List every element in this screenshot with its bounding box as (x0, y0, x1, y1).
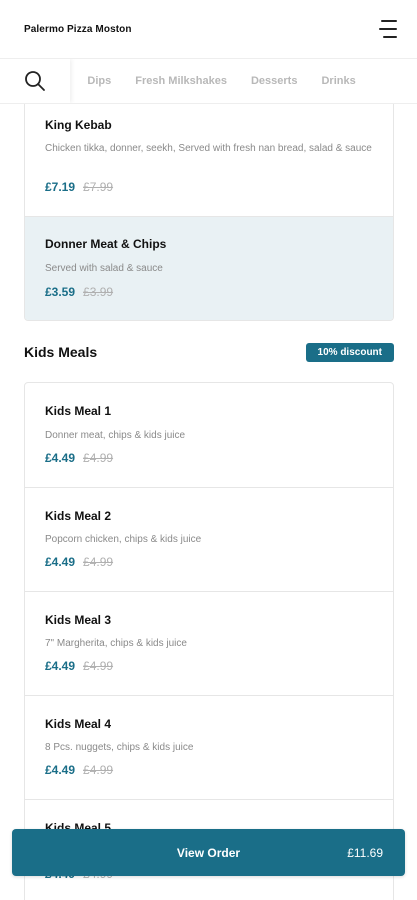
item-name: Kids Meal 4 (45, 717, 112, 731)
item-old-price: £4.99 (83, 555, 114, 569)
category-tabs: eals Dips Fresh Milkshakes Desserts Drin… (42, 59, 356, 103)
item-prices: £4.49 £4.99 (45, 763, 113, 777)
item-price: £4.49 (45, 555, 76, 569)
item-old-price: £7.99 (83, 180, 114, 194)
item-old-price: £3.99 (83, 285, 114, 299)
item-old-price: £4.99 (83, 659, 114, 673)
view-order-label: View Order (176, 845, 241, 860)
restaurant-name[interactable]: Palermo Pizza Moston (24, 24, 132, 35)
menu-section-card: King Kebab Chicken tikka, donner, seekh,… (24, 86, 394, 321)
item-description: Popcorn chicken, chips & kids juice (45, 534, 202, 545)
item-price: £4.49 (45, 451, 76, 465)
order-total: £11.69 (347, 845, 383, 860)
item-old-price: £4.99 (83, 451, 114, 465)
item-price: £7.19 (45, 180, 76, 194)
item-description: 8 Pcs. nuggets, chips & kids juice (45, 742, 194, 753)
menu-item[interactable]: Donner Meat & Chips Served with salad & … (25, 217, 393, 320)
item-name: Kids Meal 1 (45, 404, 112, 418)
item-price: £3.59 (45, 285, 76, 299)
item-prices: £4.49 £4.99 (45, 451, 113, 465)
view-order-button[interactable]: View Order £11.69 (12, 829, 405, 876)
item-prices: £4.49 £4.99 (45, 555, 113, 569)
section-header: Kids Meals 10% discount (24, 341, 394, 363)
item-name: Kids Meal 2 (45, 509, 112, 523)
item-description: Donner meat, chips & kids juice (45, 430, 186, 441)
category-tab[interactable]: Dips (87, 75, 111, 87)
menu-item[interactable]: Kids Meal 4 8 Pcs. nuggets, chips & kids… (25, 696, 393, 800)
menu-item[interactable]: Kids Meal 3 7" Margherita, chips & kids … (25, 592, 393, 696)
menu-section-card: Kids Meal 1 Donner meat, chips & kids ju… (24, 382, 394, 900)
item-price: £4.49 (45, 763, 76, 777)
category-tab[interactable]: Fresh Milkshakes (135, 75, 227, 87)
category-tab[interactable]: Drinks (321, 75, 355, 87)
item-price: £4.49 (45, 659, 76, 673)
hamburger-menu-icon[interactable] (375, 20, 397, 38)
item-name: Kids Meal 3 (45, 613, 112, 627)
menu-item[interactable]: Kids Meal 1 Donner meat, chips & kids ju… (25, 383, 393, 488)
app-header: Palermo Pizza Moston (0, 0, 417, 58)
item-description: Chicken tikka, donner, seekh, Served wit… (45, 143, 372, 154)
menu-item[interactable]: Kids Meal 2 Popcorn chicken, chips & kid… (25, 488, 393, 592)
item-prices: £7.19 £7.99 (45, 180, 113, 194)
item-description: 7" Margherita, chips & kids juice (45, 638, 187, 649)
search-icon (25, 71, 45, 91)
category-tab[interactable]: Desserts (251, 75, 297, 87)
item-description: Served with salad & sauce (45, 263, 163, 274)
search-button[interactable] (0, 59, 70, 103)
item-name: King Kebab (45, 118, 112, 132)
item-old-price: £4.99 (83, 763, 114, 777)
menu-item[interactable]: King Kebab Chicken tikka, donner, seekh,… (25, 86, 393, 217)
item-name: Donner Meat & Chips (45, 237, 167, 251)
section-title: Kids Meals (24, 344, 98, 360)
item-prices: £3.59 £3.99 (45, 285, 113, 299)
category-nav: eals Dips Fresh Milkshakes Desserts Drin… (0, 58, 417, 104)
item-prices: £4.49 £4.99 (45, 659, 113, 673)
discount-badge: 10% discount (305, 342, 394, 362)
